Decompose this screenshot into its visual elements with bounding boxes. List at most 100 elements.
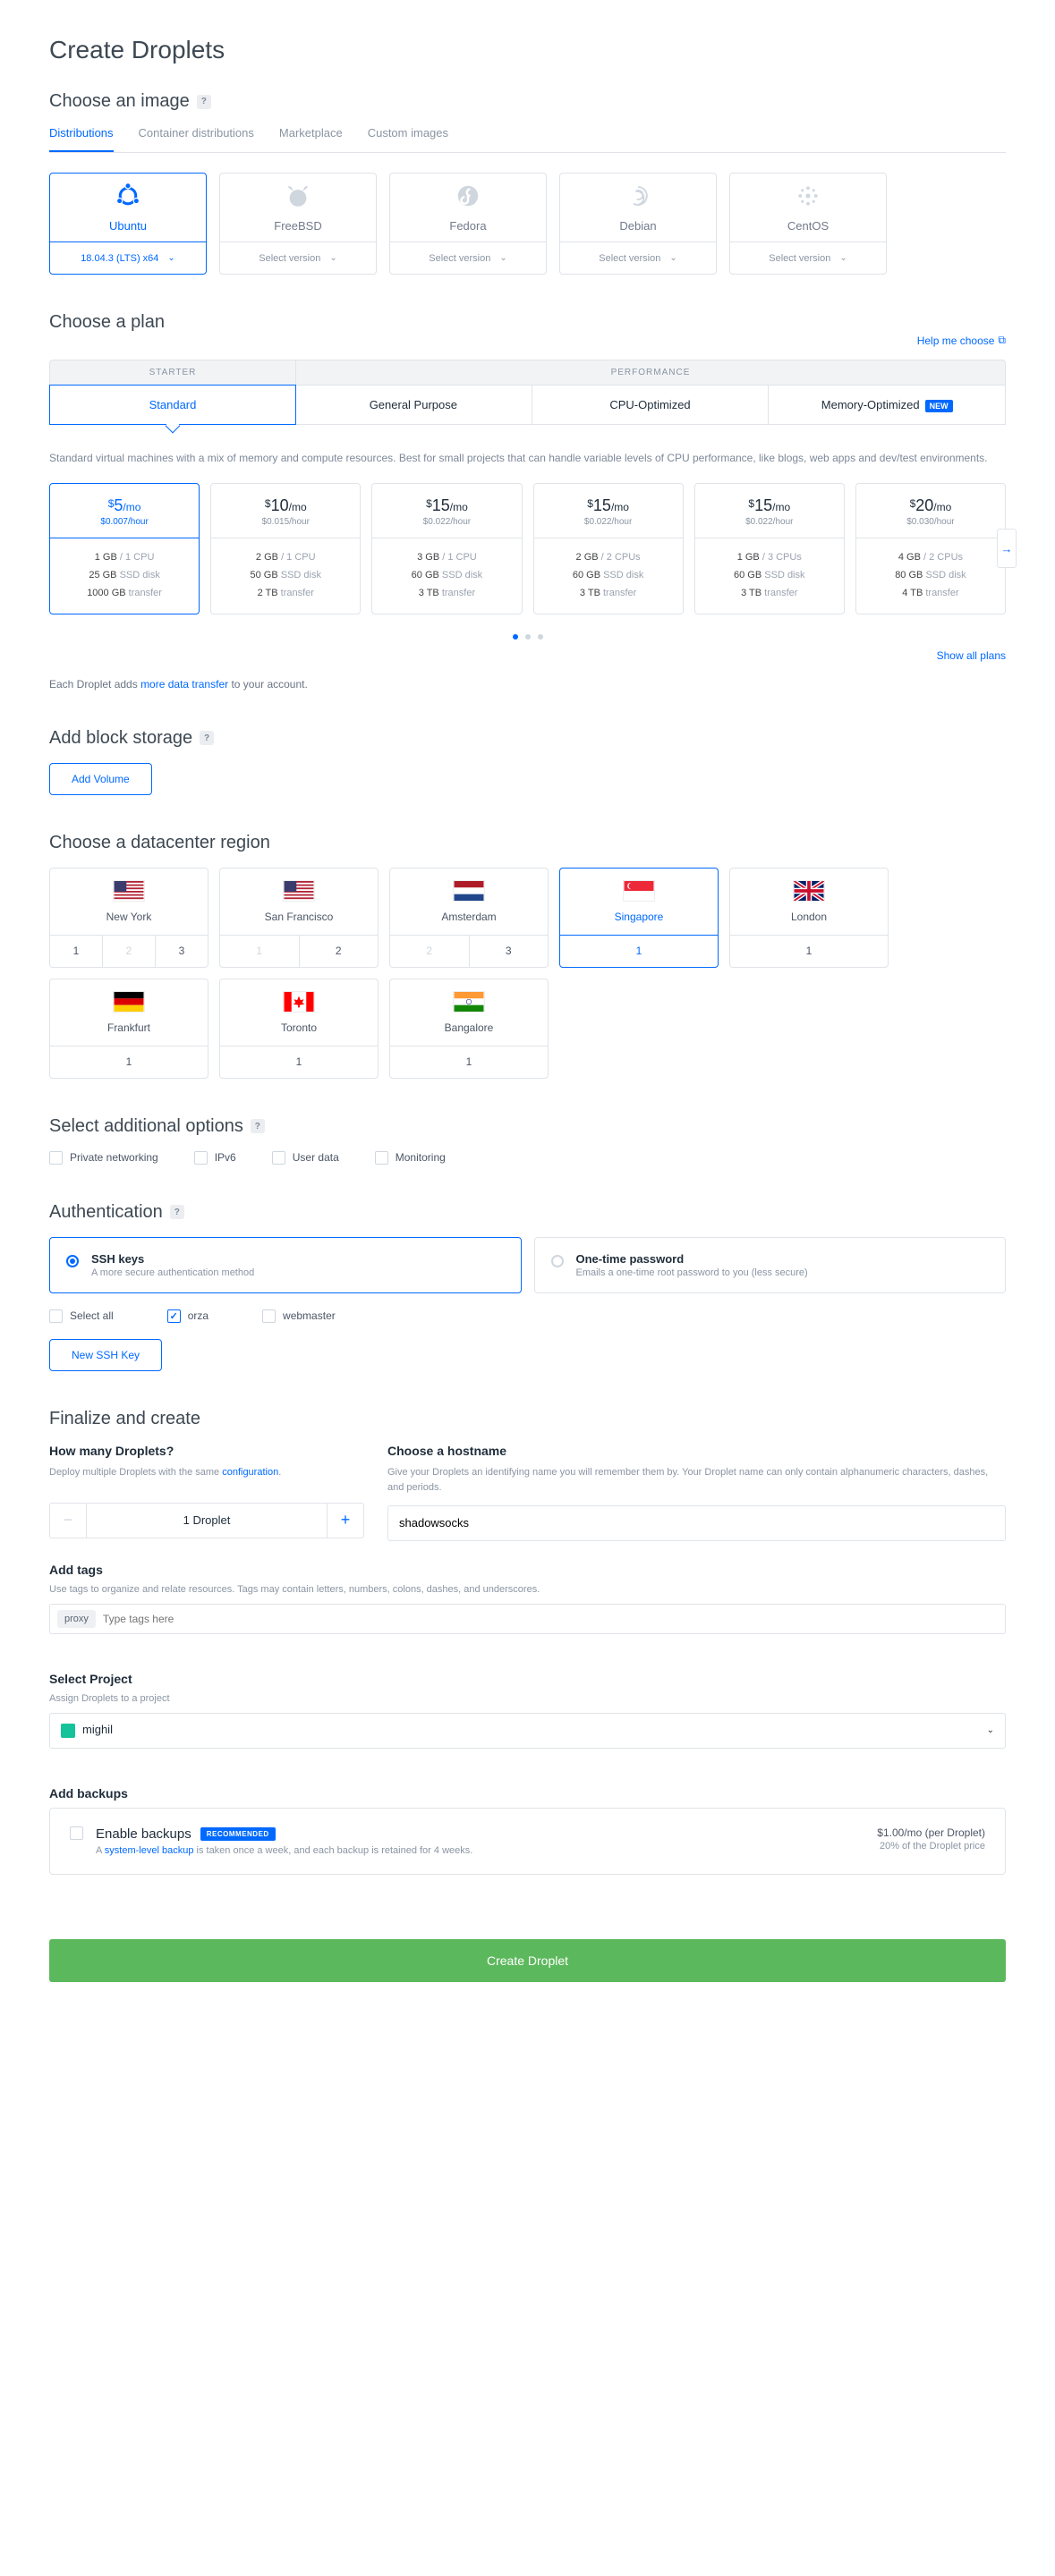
option-ipv6[interactable]: IPv6 — [194, 1151, 236, 1165]
distro-card-freebsd[interactable]: FreeBSDSelect version⌄ — [219, 173, 377, 275]
tags-box[interactable]: proxy — [49, 1604, 1006, 1634]
tags-input[interactable] — [103, 1613, 998, 1625]
plan-group-starter: STARTER — [49, 360, 295, 385]
checkbox[interactable]: ✓ — [167, 1309, 181, 1323]
backups-section: Add backups Enable backupsRECOMMENDED A … — [49, 1786, 1006, 1875]
price-card[interactable]: $15/mo$0.022/hour3 GB / 1 CPU60 GB SSD d… — [371, 483, 522, 614]
scroll-right-button[interactable]: → — [997, 529, 1017, 568]
price-card[interactable]: $10/mo$0.015/hour2 GB / 1 CPU50 GB SSD d… — [210, 483, 361, 614]
external-link-icon: ⧉ — [998, 334, 1006, 347]
region-name: Toronto — [281, 1021, 317, 1034]
region-card-london[interactable]: London1 — [729, 868, 889, 968]
option-private-networking[interactable]: Private networking — [49, 1151, 158, 1165]
enable-backups-checkbox[interactable] — [70, 1826, 83, 1840]
centos-icon — [795, 182, 821, 212]
version-select[interactable]: Select version⌄ — [730, 242, 886, 274]
enable-backups-label: Enable backups — [96, 1826, 191, 1842]
project-heading: Select Project — [49, 1672, 1006, 1686]
region-card-new-york[interactable]: New York123 — [49, 868, 208, 968]
distro-card-fedora[interactable]: FedoraSelect version⌄ — [389, 173, 547, 275]
hostname-input[interactable] — [387, 1505, 1006, 1541]
distro-name: CentOS — [787, 219, 829, 233]
distro-card-ubuntu[interactable]: Ubuntu18.04.3 (LTS) x64⌄ — [49, 173, 207, 275]
version-select[interactable]: Select version⌄ — [560, 242, 716, 274]
ubuntu-icon — [115, 182, 141, 212]
add-volume-button[interactable]: Add Volume — [49, 763, 152, 795]
checkbox[interactable] — [49, 1151, 63, 1165]
region-name: San Francisco — [265, 911, 334, 923]
project-select[interactable]: mighil ⌄ — [49, 1713, 1006, 1749]
price-card[interactable]: $15/mo$0.022/hour1 GB / 3 CPUs60 GB SSD … — [694, 483, 845, 614]
region-card-frankfurt[interactable]: Frankfurt1 — [49, 979, 208, 1079]
ssh-key-select-all[interactable]: Select all — [49, 1309, 114, 1323]
flag-in-icon — [453, 991, 485, 1013]
region-number[interactable]: 1 — [50, 1046, 208, 1078]
option-monitoring[interactable]: Monitoring — [375, 1151, 446, 1165]
chevron-down-icon: ⌄ — [987, 1725, 994, 1735]
image-tab-custom-images[interactable]: Custom images — [368, 126, 448, 152]
system-level-backup-link[interactable]: system-level backup — [105, 1845, 194, 1856]
ssh-key-orza[interactable]: ✓orza — [167, 1309, 208, 1323]
chevron-down-icon: ⌄ — [499, 253, 506, 263]
image-tab-container-distributions[interactable]: Container distributions — [139, 126, 254, 152]
radio-button[interactable] — [551, 1255, 564, 1267]
help-icon[interactable]: ? — [200, 731, 214, 745]
help-icon[interactable]: ? — [170, 1205, 184, 1219]
region-card-singapore[interactable]: Singapore1 — [559, 868, 719, 968]
option-user-data[interactable]: User data — [272, 1151, 339, 1165]
region-number[interactable]: 1 — [50, 936, 103, 967]
flag-sg-icon — [623, 880, 655, 902]
distro-card-debian[interactable]: DebianSelect version⌄ — [559, 173, 717, 275]
auth-title: SSH keys — [91, 1252, 254, 1266]
ssh-key-webmaster[interactable]: webmaster — [262, 1309, 336, 1323]
configuration-link[interactable]: configuration — [222, 1467, 278, 1478]
more-data-transfer-link[interactable]: more data transfer — [140, 678, 228, 691]
plan-tab-general-purpose[interactable]: General Purpose — [295, 386, 532, 424]
new-ssh-key-button[interactable]: New SSH Key — [49, 1339, 162, 1371]
auth-sub: Emails a one-time root password to you (… — [576, 1267, 808, 1278]
price-card[interactable]: $15/mo$0.022/hour2 GB / 2 CPUs60 GB SSD … — [533, 483, 684, 614]
version-select[interactable]: 18.04.3 (LTS) x64⌄ — [50, 242, 206, 274]
decrement-button[interactable]: − — [50, 1504, 86, 1538]
region-card-bangalore[interactable]: Bangalore1 — [389, 979, 549, 1079]
region-number[interactable]: 1 — [390, 1046, 548, 1078]
help-icon[interactable]: ? — [251, 1119, 265, 1133]
auth-card-one-time-password[interactable]: One-time passwordEmails a one-time root … — [534, 1237, 1007, 1293]
region-number[interactable]: 2 — [300, 936, 379, 967]
qty-desc: Deploy multiple Droplets with the same c… — [49, 1465, 364, 1494]
tag-chip[interactable]: proxy — [57, 1610, 96, 1628]
region-card-toronto[interactable]: Toronto 1 — [219, 979, 379, 1079]
version-select[interactable]: Select version⌄ — [220, 242, 376, 274]
image-tab-marketplace[interactable]: Marketplace — [279, 126, 343, 152]
checkbox[interactable] — [375, 1151, 388, 1165]
region-card-san-francisco[interactable]: San Francisco12 — [219, 868, 379, 968]
region-number[interactable]: 1 — [730, 936, 888, 967]
help-me-choose-link[interactable]: Help me choose ⧉ — [917, 334, 1006, 347]
plan-tab-cpu-optimized[interactable]: CPU-Optimized — [532, 386, 770, 424]
plan-tab-memory-optimized[interactable]: Memory-OptimizedNEW — [769, 386, 1005, 424]
plan-group-performance: PERFORMANCE — [295, 360, 1006, 385]
create-droplet-button[interactable]: Create Droplet — [49, 1939, 1006, 1982]
plan-tab-standard[interactable]: Standard — [49, 385, 296, 425]
region-number[interactable]: 3 — [156, 936, 208, 967]
page-title: Create Droplets — [49, 36, 1006, 64]
region-number[interactable]: 1 — [220, 1046, 378, 1078]
checkbox[interactable] — [262, 1309, 276, 1323]
region-card-amsterdam[interactable]: Amsterdam23 — [389, 868, 549, 968]
checkbox[interactable] — [194, 1151, 208, 1165]
increment-button[interactable]: + — [328, 1504, 363, 1538]
price-card[interactable]: $20/mo$0.030/hour4 GB / 2 CPUs80 GB SSD … — [855, 483, 1006, 614]
price-card[interactable]: $5/mo$0.007/hour1 GB / 1 CPU25 GB SSD di… — [49, 483, 200, 614]
help-icon[interactable]: ? — [197, 95, 211, 109]
version-select[interactable]: Select version⌄ — [390, 242, 546, 274]
distro-card-centos[interactable]: CentOS Select version⌄ — [729, 173, 887, 275]
region-number[interactable]: 3 — [470, 936, 549, 967]
radio-button[interactable] — [66, 1255, 79, 1267]
checkbox[interactable] — [272, 1151, 285, 1165]
region-number[interactable]: 1 — [560, 936, 718, 967]
checkbox[interactable] — [49, 1309, 63, 1323]
image-tab-distributions[interactable]: Distributions — [49, 126, 114, 152]
auth-card-ssh-keys[interactable]: SSH keysA more secure authentication met… — [49, 1237, 522, 1293]
tags-section: Add tags Use tags to organize and relate… — [49, 1563, 1006, 1634]
show-all-plans-link[interactable]: Show all plans — [937, 649, 1006, 662]
